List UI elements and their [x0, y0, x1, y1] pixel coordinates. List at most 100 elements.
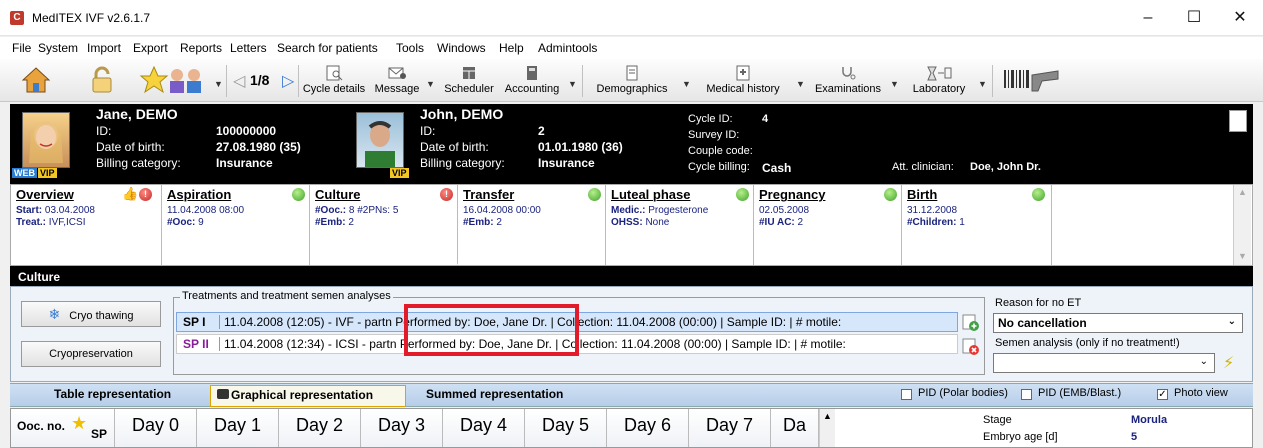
chevron-down-icon[interactable]: ▼ — [796, 79, 805, 89]
phase-overview[interactable]: Overview 👍 ! Start: 03.04.2008 Treat.: I… — [11, 185, 162, 265]
menu-system[interactable]: System — [38, 41, 78, 55]
day-column-header[interactable]: Day 7 — [689, 409, 771, 447]
patient-search-button[interactable] — [134, 59, 214, 102]
patient-header: WEB VIP Jane, DEMO ID: 100000000 Date of… — [10, 104, 1253, 184]
phase-aspiration[interactable]: Aspiration 11.04.2008 08:00 #Ooc: 9 — [162, 185, 310, 265]
laboratory-button[interactable]: Laboratory — [904, 59, 974, 102]
accounting-button[interactable]: Accounting — [500, 59, 564, 102]
check-icon — [736, 188, 749, 201]
pid-polar-checkbox[interactable] — [901, 389, 912, 400]
message-button[interactable]: Message — [372, 59, 422, 102]
previous-icon[interactable]: ◁ — [233, 71, 245, 91]
chevron-down-icon[interactable]: ▼ — [426, 79, 435, 89]
scheduler-button[interactable]: Scheduler — [440, 59, 498, 102]
tab-table-representation[interactable]: Table representation — [54, 387, 171, 401]
cryopreservation-button[interactable]: Cryopreservation — [21, 341, 161, 367]
phase-culture[interactable]: Culture ! #Ooc.: 8 #2PNs: 5 #Emb: 2 — [310, 185, 458, 265]
menu-search-patients[interactable]: Search for patients — [277, 41, 378, 55]
phase-luteal[interactable]: Luteal phase Medic.: Progesterone OHSS: … — [606, 185, 754, 265]
thumbs-up-icon: 👍 — [122, 186, 139, 201]
tab-summed-representation[interactable]: Summed representation — [426, 387, 563, 401]
male-avatar-icon — [365, 121, 395, 167]
day-label: Day 1 — [213, 415, 262, 435]
day-column-header[interactable]: Day 5 — [525, 409, 607, 447]
ooc-header[interactable]: Ooc. no. ★ SP — [11, 409, 115, 447]
chevron-down-icon[interactable]: ▼ — [890, 79, 899, 89]
phase-birth[interactable]: Birth 31.12.2008 #Children: 1 — [902, 185, 1052, 265]
phase-title: Luteal phase — [611, 187, 691, 202]
demographics-button[interactable]: Demographics — [588, 59, 676, 102]
day-column-header[interactable]: Day 0 — [115, 409, 197, 447]
window-title: MedITEX IVF v2.6.1.7 — [32, 11, 151, 25]
day-label: Day 3 — [377, 415, 426, 435]
maximize-button[interactable]: ☐ — [1171, 0, 1217, 36]
chevron-down-icon[interactable]: ▼ — [568, 79, 577, 89]
reason-no-et-select[interactable]: No cancellation ⌄ — [993, 313, 1243, 333]
female-dob: 27.08.1980 (35) — [216, 140, 301, 154]
phase-title: Aspiration — [167, 187, 232, 202]
toolbar-separator — [298, 65, 299, 97]
tab-graphical-representation[interactable]: Graphical representation — [210, 385, 406, 407]
document-icon[interactable] — [1229, 110, 1247, 132]
female-billing: Insurance — [216, 156, 273, 170]
lock-button[interactable] — [86, 59, 118, 102]
medical-history-button[interactable]: Medical history — [696, 59, 790, 102]
day-column-header[interactable]: Day 3 — [361, 409, 443, 447]
phase-value: 16.04.2008 00:00 — [463, 205, 541, 216]
photo-view-checkbox[interactable]: ✓ — [1157, 389, 1168, 400]
lightning-icon[interactable]: ⚡ — [1223, 353, 1234, 373]
day-label: Da — [782, 415, 806, 435]
examinations-button[interactable]: Examinations — [810, 59, 886, 102]
cryo-thawing-button[interactable]: ❄ Cryo thawing — [21, 301, 161, 327]
star-icon[interactable]: ★ — [71, 413, 87, 434]
phase-transfer[interactable]: Transfer 16.04.2008 00:00 #Emb: 2 — [458, 185, 606, 265]
female-id-label: ID: — [96, 124, 112, 138]
menu-tools[interactable]: Tools — [396, 41, 424, 55]
chevron-down-icon[interactable]: ▼ — [1238, 251, 1247, 261]
phase-tabs: Overview 👍 ! Start: 03.04.2008 Treat.: I… — [10, 184, 1253, 266]
add-treatment-button[interactable] — [962, 314, 980, 332]
semen-analysis-select[interactable]: ⌄ — [993, 353, 1215, 373]
menu-windows[interactable]: Windows — [437, 41, 486, 55]
phase-value: 9 — [198, 217, 204, 228]
phase-key: #Ooc.: — [315, 205, 349, 216]
day-column-header[interactable]: Day 4 — [443, 409, 525, 447]
chevron-down-icon[interactable]: ▼ — [978, 79, 987, 89]
phase-key: OHSS: — [611, 217, 646, 228]
day-column-header[interactable]: Day 1 — [197, 409, 279, 447]
menu-admintools[interactable]: Admintools — [538, 41, 597, 55]
menu-import[interactable]: Import — [87, 41, 121, 55]
minimize-button[interactable]: – — [1125, 0, 1171, 36]
day-column-header[interactable]: Day 6 — [607, 409, 689, 447]
remove-treatment-button[interactable] — [962, 338, 980, 356]
treatments-group-label: Treatments and treatment semen analyses — [180, 290, 393, 302]
home-button[interactable] — [18, 59, 54, 102]
day-column-header[interactable]: Day 2 — [279, 409, 361, 447]
cycle-details-button[interactable]: Cycle details — [302, 59, 366, 102]
chevron-down-icon[interactable]: ▼ — [214, 79, 223, 89]
grid-scrollbar[interactable]: ▲ — [819, 409, 835, 447]
day-column-header[interactable]: Da — [771, 409, 819, 447]
menu-export[interactable]: Export — [133, 41, 168, 55]
accounting-label: Accounting — [504, 83, 560, 95]
chevron-down-icon[interactable]: ▼ — [682, 79, 691, 89]
phase-key: #IU AC: — [759, 217, 798, 228]
next-icon[interactable]: ▷ — [282, 71, 294, 91]
phase-scrollbar[interactable]: ▲ ▼ — [1233, 185, 1251, 265]
patient-group-icon — [139, 65, 201, 94]
barcode-scanner-button[interactable] — [1000, 59, 1064, 102]
phase-pregnancy[interactable]: Pregnancy 02.05.2008 #IU AC: 2 — [754, 185, 902, 265]
menu-file[interactable]: File — [12, 41, 31, 55]
photo-view-label: Photo view — [1174, 387, 1228, 399]
phase-key: Treat.: — [16, 217, 49, 228]
chevron-up-icon[interactable]: ▲ — [1238, 187, 1247, 197]
menu-help[interactable]: Help — [499, 41, 524, 55]
treatment-id: SP I — [183, 315, 206, 329]
pid-emb-checkbox[interactable] — [1021, 389, 1032, 400]
phase-value: Progesterone — [648, 205, 709, 216]
close-button[interactable]: ✕ — [1217, 0, 1263, 36]
menu-letters[interactable]: Letters — [230, 41, 267, 55]
phase-key: Medic.: — [611, 205, 649, 216]
chevron-up-icon[interactable]: ▲ — [823, 411, 832, 421]
menu-reports[interactable]: Reports — [180, 41, 222, 55]
